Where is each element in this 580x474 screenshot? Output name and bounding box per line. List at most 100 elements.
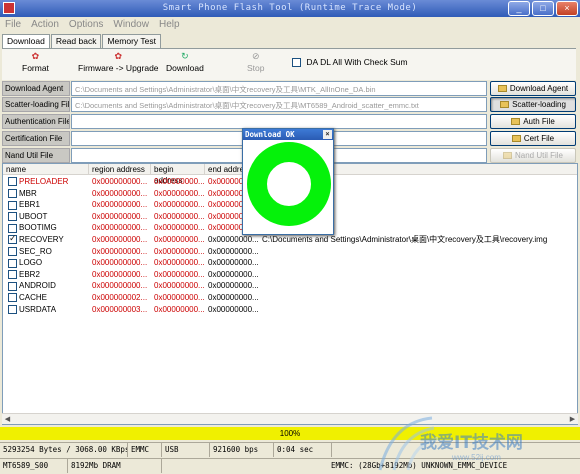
partition-checkbox[interactable]	[8, 246, 17, 256]
minimize-button[interactable]: _	[508, 1, 530, 16]
format-button[interactable]: ✿ Format	[22, 51, 49, 73]
close-button[interactable]: ×	[556, 1, 578, 16]
tab-read-back[interactable]: Read back	[50, 34, 102, 48]
scroll-left-icon[interactable]: ◀	[2, 414, 13, 425]
tab-strip: Download Read back Memory Test	[2, 34, 161, 49]
toolbar: ✿ Format ✿ Firmware -> Upgrade ↻ Downloa…	[2, 48, 576, 80]
table-row[interactable]: SEC_RO 0x000000000... 0x00000000... 0x00000…	[3, 246, 577, 258]
region-address: 0x000000000...	[92, 246, 148, 256]
stop-button[interactable]: ⊘ Stop	[247, 51, 265, 73]
download-agent-row: Download Agent C:\Documents and Settings…	[2, 81, 578, 96]
begin-address: 0x00000000...	[154, 246, 204, 256]
scatter-loading-button[interactable]: Scatter-loading	[490, 97, 576, 112]
success-ring	[247, 142, 331, 226]
table-row[interactable]: EBR2 0x000000000... 0x00000000... 0x0000000…	[3, 269, 577, 281]
partition-name: RECOVERY	[8, 234, 88, 246]
region-address: 0x000000000...	[92, 177, 148, 186]
download-agent-field[interactable]: C:\Documents and Settings\Administrator\…	[71, 81, 487, 96]
menu-options[interactable]: Options	[69, 19, 103, 33]
cert-file-button[interactable]: Cert File	[490, 131, 576, 146]
table-row[interactable]: LOGO 0x000000000... 0x00000000... 0x0000000…	[3, 257, 577, 269]
partition-checkbox[interactable]	[8, 281, 17, 291]
progress-text: 100%	[279, 429, 301, 438]
region-address: 0x000000000...	[92, 223, 148, 233]
end-address: 0x00000000...	[208, 281, 259, 291]
col-name[interactable]: name	[3, 164, 89, 175]
partition-checkbox[interactable]	[8, 293, 17, 303]
window-title: Smart Phone Flash Tool (Runtime Trace Mo…	[162, 3, 418, 13]
row-label: Authentication File	[2, 114, 70, 129]
nand-util-button[interactable]: Nand Util File	[490, 148, 576, 163]
download-icon: ↻	[181, 51, 189, 61]
partition-checkbox[interactable]	[8, 177, 17, 187]
menu-action[interactable]: Action	[31, 19, 59, 33]
partition-checkbox[interactable]	[8, 304, 17, 314]
region-address: 0x000000000...	[92, 235, 148, 244]
tab-download[interactable]: Download	[2, 34, 50, 49]
download-agent-button[interactable]: Download Agent	[490, 81, 576, 96]
folder-icon	[511, 135, 521, 143]
region-address: 0x000000000...	[92, 200, 148, 210]
stop-icon: ⊘	[251, 51, 260, 61]
folder-icon	[502, 152, 512, 160]
partition-name: EBR1	[8, 199, 88, 211]
status-port: USB	[162, 443, 210, 457]
partition-checkbox[interactable]	[8, 188, 17, 198]
partition-name: PRELOADER	[8, 176, 88, 188]
partition-name: BOOTIMG	[8, 222, 88, 234]
folder-icon	[511, 118, 521, 126]
row-label: Scatter-loading File	[2, 97, 70, 112]
firmware-icon: ✿	[114, 51, 123, 61]
partition-checkbox[interactable]	[8, 223, 17, 233]
partition-checkbox[interactable]	[8, 200, 17, 210]
firmware-upgrade-button[interactable]: ✿ Firmware -> Upgrade	[78, 51, 159, 73]
title-bar: Smart Phone Flash Tool (Runtime Trace Mo…	[0, 0, 580, 17]
status-time: 0:04 sec	[274, 443, 332, 457]
begin-address: 0x00000000...	[154, 293, 204, 302]
partition-name: CACHE	[8, 292, 88, 304]
table-row[interactable]: CACHE 0x000000002... 0x00000000... 0x000000…	[3, 292, 577, 304]
partition-name: MBR	[8, 188, 88, 200]
begin-address: 0x00000000...	[154, 235, 204, 244]
region-address: 0x000000002...	[92, 293, 148, 302]
partition-checkbox[interactable]	[8, 270, 17, 280]
partition-name: USRDATA	[8, 304, 88, 316]
partition-name: LOGO	[8, 257, 88, 269]
auth-file-field[interactable]	[71, 114, 487, 129]
watermark-logo: 我爱IT技术网 www.52ij.com	[372, 412, 572, 472]
partition-checkbox[interactable]	[8, 212, 17, 222]
download-button[interactable]: ↻ Download	[166, 51, 204, 73]
row-label: Download Agent	[2, 81, 70, 96]
table-row[interactable]: ANDROID 0x000000000... 0x00000000... 0x0000…	[3, 280, 577, 292]
auth-file-row: Authentication File Auth File	[2, 114, 578, 129]
col-begin-address[interactable]: begin address	[151, 164, 205, 185]
dialog-close-icon[interactable]: ×	[323, 130, 332, 139]
dialog-title: Download OK ×	[243, 129, 333, 140]
end-address: 0x00000000...	[208, 304, 259, 314]
scatter-loading-field[interactable]: C:\Documents and Settings\Administrator\…	[71, 97, 487, 112]
table-row[interactable]: USRDATA 0x000000003... 0x00000000... 0x0000…	[3, 304, 577, 316]
checksum-checkbox[interactable]	[292, 58, 301, 68]
folder-icon	[497, 85, 507, 93]
partition-name: EBR2	[8, 269, 88, 281]
begin-address: 0x00000000...	[154, 258, 204, 268]
end-address: 0x00000000...	[208, 269, 259, 279]
region-address: 0x000000003...	[92, 304, 148, 314]
format-icon: ✿	[31, 51, 40, 61]
menu-file[interactable]: File	[5, 19, 21, 33]
partition-checkbox[interactable]	[8, 258, 17, 268]
menu-window[interactable]: Window	[113, 19, 149, 33]
region-address: 0x000000000...	[92, 211, 148, 221]
table-row[interactable]: RECOVERY 0x000000000... 0x00000000... 0x000…	[3, 234, 577, 246]
end-address: 0x00000000...	[208, 246, 259, 256]
partition-checkbox[interactable]	[8, 234, 17, 245]
begin-address: 0x00000000...	[154, 281, 204, 291]
status-baud: 921600 bps	[210, 443, 274, 457]
col-region-address[interactable]: region address	[89, 164, 151, 175]
checksum-option[interactable]: DA DL All With Check Sum	[292, 57, 408, 68]
region-address: 0x000000000...	[92, 281, 148, 291]
menu-help[interactable]: Help	[159, 19, 180, 33]
auth-file-button[interactable]: Auth File	[490, 114, 576, 129]
tab-memory-test[interactable]: Memory Test	[102, 34, 161, 48]
maximize-button[interactable]: □	[532, 1, 554, 16]
